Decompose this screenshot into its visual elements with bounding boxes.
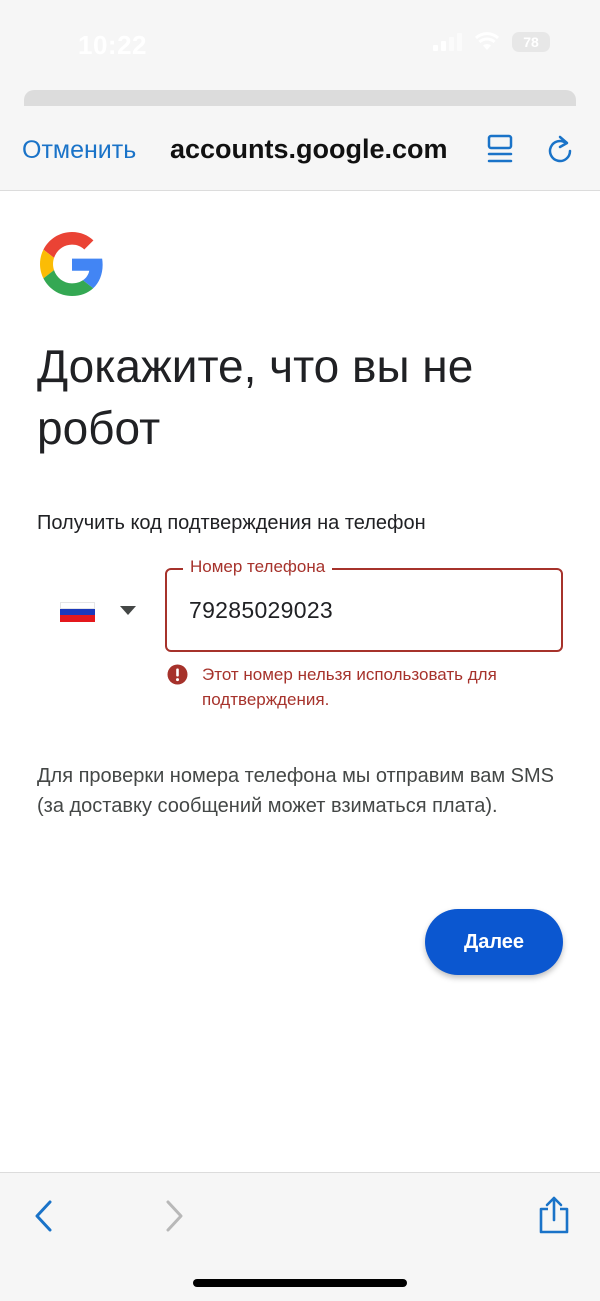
browser-toolbar [0, 1172, 600, 1301]
forward-icon [166, 1200, 183, 1232]
info-text: Для проверки номера телефона мы отправим… [37, 765, 555, 817]
browser-top-sheet: 10:22 78 Отменить accounts.google.com [0, 0, 600, 191]
page-title: Докажите, что вы не робот [37, 340, 474, 454]
share-icon[interactable] [536, 1195, 572, 1235]
phone-input[interactable]: 79285029023 [189, 597, 333, 624]
page-subtitle: Получить код подтверждения на телефон [37, 512, 426, 534]
phone-field-label: Номер телефона [183, 557, 333, 577]
error-icon [167, 664, 188, 685]
chevron-down-icon [120, 606, 136, 615]
status-time: 10:22 [78, 30, 147, 60]
reload-icon[interactable] [546, 134, 574, 164]
wifi-icon [474, 32, 500, 50]
reader-icon[interactable] [486, 134, 514, 164]
country-select[interactable] [60, 596, 140, 628]
cellular-signal-icon [433, 33, 462, 51]
home-indicator [193, 1279, 407, 1287]
phone-number-field[interactable]: Номер телефона 79285029023 [165, 557, 563, 652]
status-bar: 10:22 78 [0, 0, 600, 90]
status-icons: 78 [433, 32, 550, 52]
next-button[interactable]: Далее [425, 909, 563, 975]
back-icon[interactable] [32, 1199, 56, 1233]
site-address: accounts.google.com [170, 134, 448, 164]
google-logo-icon [40, 232, 103, 296]
flag-ru-icon [60, 602, 95, 622]
sheet-grabber[interactable] [24, 90, 576, 106]
error-message: Этот номер нельзя использовать для подтв… [202, 665, 497, 709]
browser-header: Отменить accounts.google.com [0, 110, 600, 190]
battery-icon: 78 [512, 32, 550, 52]
cancel-button[interactable]: Отменить [22, 136, 136, 165]
